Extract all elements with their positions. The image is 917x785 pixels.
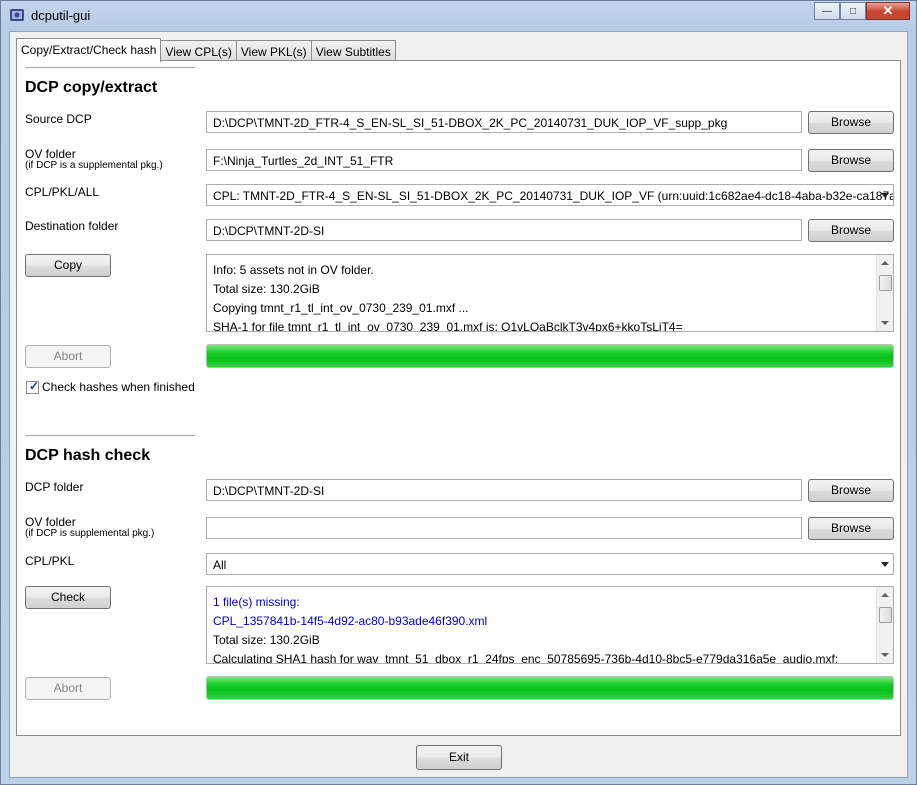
ov-folder-sublabel: (if DCP is a supplemental pkg.): [25, 160, 163, 171]
copy-section-title: DCP copy/extract: [25, 79, 158, 96]
hash-ov-browse-button[interactable]: Browse: [808, 517, 894, 540]
minimize-icon[interactable]: —: [814, 2, 840, 20]
hash-ov-folder-sublabel: (if DCP is supplemental pkg.): [25, 528, 155, 539]
log-line: SHA-1 for file tmnt_r1_tl_int_ov_0730_23…: [213, 320, 683, 332]
log-line: 1 file(s) missing:: [213, 595, 300, 609]
close-icon[interactable]: ✕: [866, 2, 910, 20]
hash-section-divider: [25, 435, 195, 436]
destination-folder-field[interactable]: D:\DCP\TMNT-2D-SI: [206, 219, 802, 241]
log-line: Total size: 130.2GiB: [213, 633, 320, 647]
copy-abort-button[interactable]: Abort: [25, 345, 111, 368]
source-dcp-label: Source DCP: [25, 112, 92, 126]
scroll-thumb[interactable]: [879, 275, 892, 291]
log-line: Total size: 130.2GiB: [213, 282, 320, 296]
log-line: CPL_1357841b-14f5-4d92-ac80-b93ade46f390…: [213, 614, 488, 628]
scroll-thumb[interactable]: [879, 607, 892, 623]
chevron-down-icon: [881, 193, 889, 198]
maximize-icon[interactable]: □: [840, 2, 866, 20]
tab-view-pkls[interactable]: View PKL(s): [235, 40, 312, 60]
cpl-pkl-all-label: CPL/PKL/ALL: [25, 185, 100, 199]
scroll-up-icon[interactable]: [881, 261, 889, 265]
copy-log[interactable]: Info: 5 assets not in OV folder. Total si…: [206, 254, 894, 332]
checkmark-icon: ✓: [29, 379, 40, 393]
hash-cpl-select[interactable]: All: [206, 553, 894, 575]
hash-log[interactable]: 1 file(s) missing: CPL_1357841b-14f5-4d92…: [206, 586, 894, 664]
title-bar[interactable]: dcputil-gui — □ ✕: [1, 1, 916, 31]
source-browse-button[interactable]: Browse: [808, 111, 894, 134]
tab-panel: DCP copy/extract Source DCP D:\DCP\TMNT-…: [16, 60, 901, 736]
ov-folder-label: OV folder: [25, 147, 76, 161]
copy-progress-bar: [206, 344, 894, 368]
source-dcp-field[interactable]: D:\DCP\TMNT-2D_FTR-4_S_EN-SL_SI_51-DBOX_…: [206, 111, 802, 133]
tab-copy-extract-check[interactable]: Copy/Extract/Check hash: [16, 38, 162, 62]
hash-abort-button[interactable]: Abort: [25, 677, 111, 700]
destination-folder-label: Destination folder: [25, 219, 119, 233]
log-line: Calculating SHA1 hash for wav_tmnt_51_db…: [213, 652, 839, 664]
tab-bar: Copy/Extract/Check hash View CPL(s) View…: [16, 38, 396, 62]
tab-view-subtitles[interactable]: View Subtitles: [310, 40, 396, 60]
hash-section-title: DCP hash check: [25, 447, 151, 464]
dcp-folder-browse-button[interactable]: Browse: [808, 479, 894, 502]
hash-progress-bar: [206, 676, 894, 700]
copy-progress-fill: [207, 345, 893, 367]
scroll-down-icon[interactable]: [881, 653, 889, 657]
chevron-down-icon: [881, 562, 889, 567]
ov-browse-button[interactable]: Browse: [808, 149, 894, 172]
copy-button[interactable]: Copy: [25, 254, 111, 277]
check-button[interactable]: Check: [25, 586, 111, 609]
check-hashes-label[interactable]: Check hashes when finished: [42, 380, 195, 394]
copy-log-lines: Info: 5 assets not in OV folder. Total si…: [213, 261, 871, 332]
exit-button[interactable]: Exit: [416, 745, 502, 770]
ov-folder-field[interactable]: F:\Ninja_Turtles_2d_INT_51_FTR: [206, 149, 802, 171]
check-hashes-checkbox[interactable]: ✓: [26, 379, 40, 394]
log-line: Info: 5 assets not in OV folder.: [213, 263, 374, 277]
dcp-folder-field[interactable]: D:\DCP\TMNT-2D-SI: [206, 479, 802, 501]
hash-progress-fill: [207, 677, 893, 699]
copy-log-scrollbar[interactable]: [876, 255, 893, 331]
hash-ov-folder-label: OV folder: [25, 515, 76, 529]
copy-section-divider: [25, 67, 195, 68]
caption-buttons: — □ ✕: [814, 2, 910, 22]
hash-cpl-select-value: All: [213, 558, 227, 572]
tab-view-cpls[interactable]: View CPL(s): [160, 40, 237, 60]
hash-log-scrollbar[interactable]: [876, 587, 893, 663]
dcp-folder-label: DCP folder: [25, 480, 84, 494]
cpl-select-value: CPL: TMNT-2D_FTR-4_S_EN-SL_SI_51-DBOX_2K…: [213, 189, 894, 203]
app-window: dcputil-gui — □ ✕ Copy/Extract/Check has…: [0, 0, 917, 785]
client-area: Copy/Extract/Check hash View CPL(s) View…: [9, 31, 908, 778]
scroll-down-icon[interactable]: [881, 321, 889, 325]
app-icon: [10, 9, 24, 21]
window-title: dcputil-gui: [31, 8, 91, 23]
hash-ov-folder-field[interactable]: [206, 517, 802, 539]
scroll-up-icon[interactable]: [881, 593, 889, 597]
cpl-pkl-label: CPL/PKL: [25, 554, 75, 568]
cpl-select[interactable]: CPL: TMNT-2D_FTR-4_S_EN-SL_SI_51-DBOX_2K…: [206, 184, 894, 206]
hash-log-lines: 1 file(s) missing: CPL_1357841b-14f5-4d92…: [213, 593, 871, 664]
destination-browse-button[interactable]: Browse: [808, 219, 894, 242]
log-line: Copying tmnt_r1_tl_int_ov_0730_239_01.mx…: [213, 301, 469, 315]
